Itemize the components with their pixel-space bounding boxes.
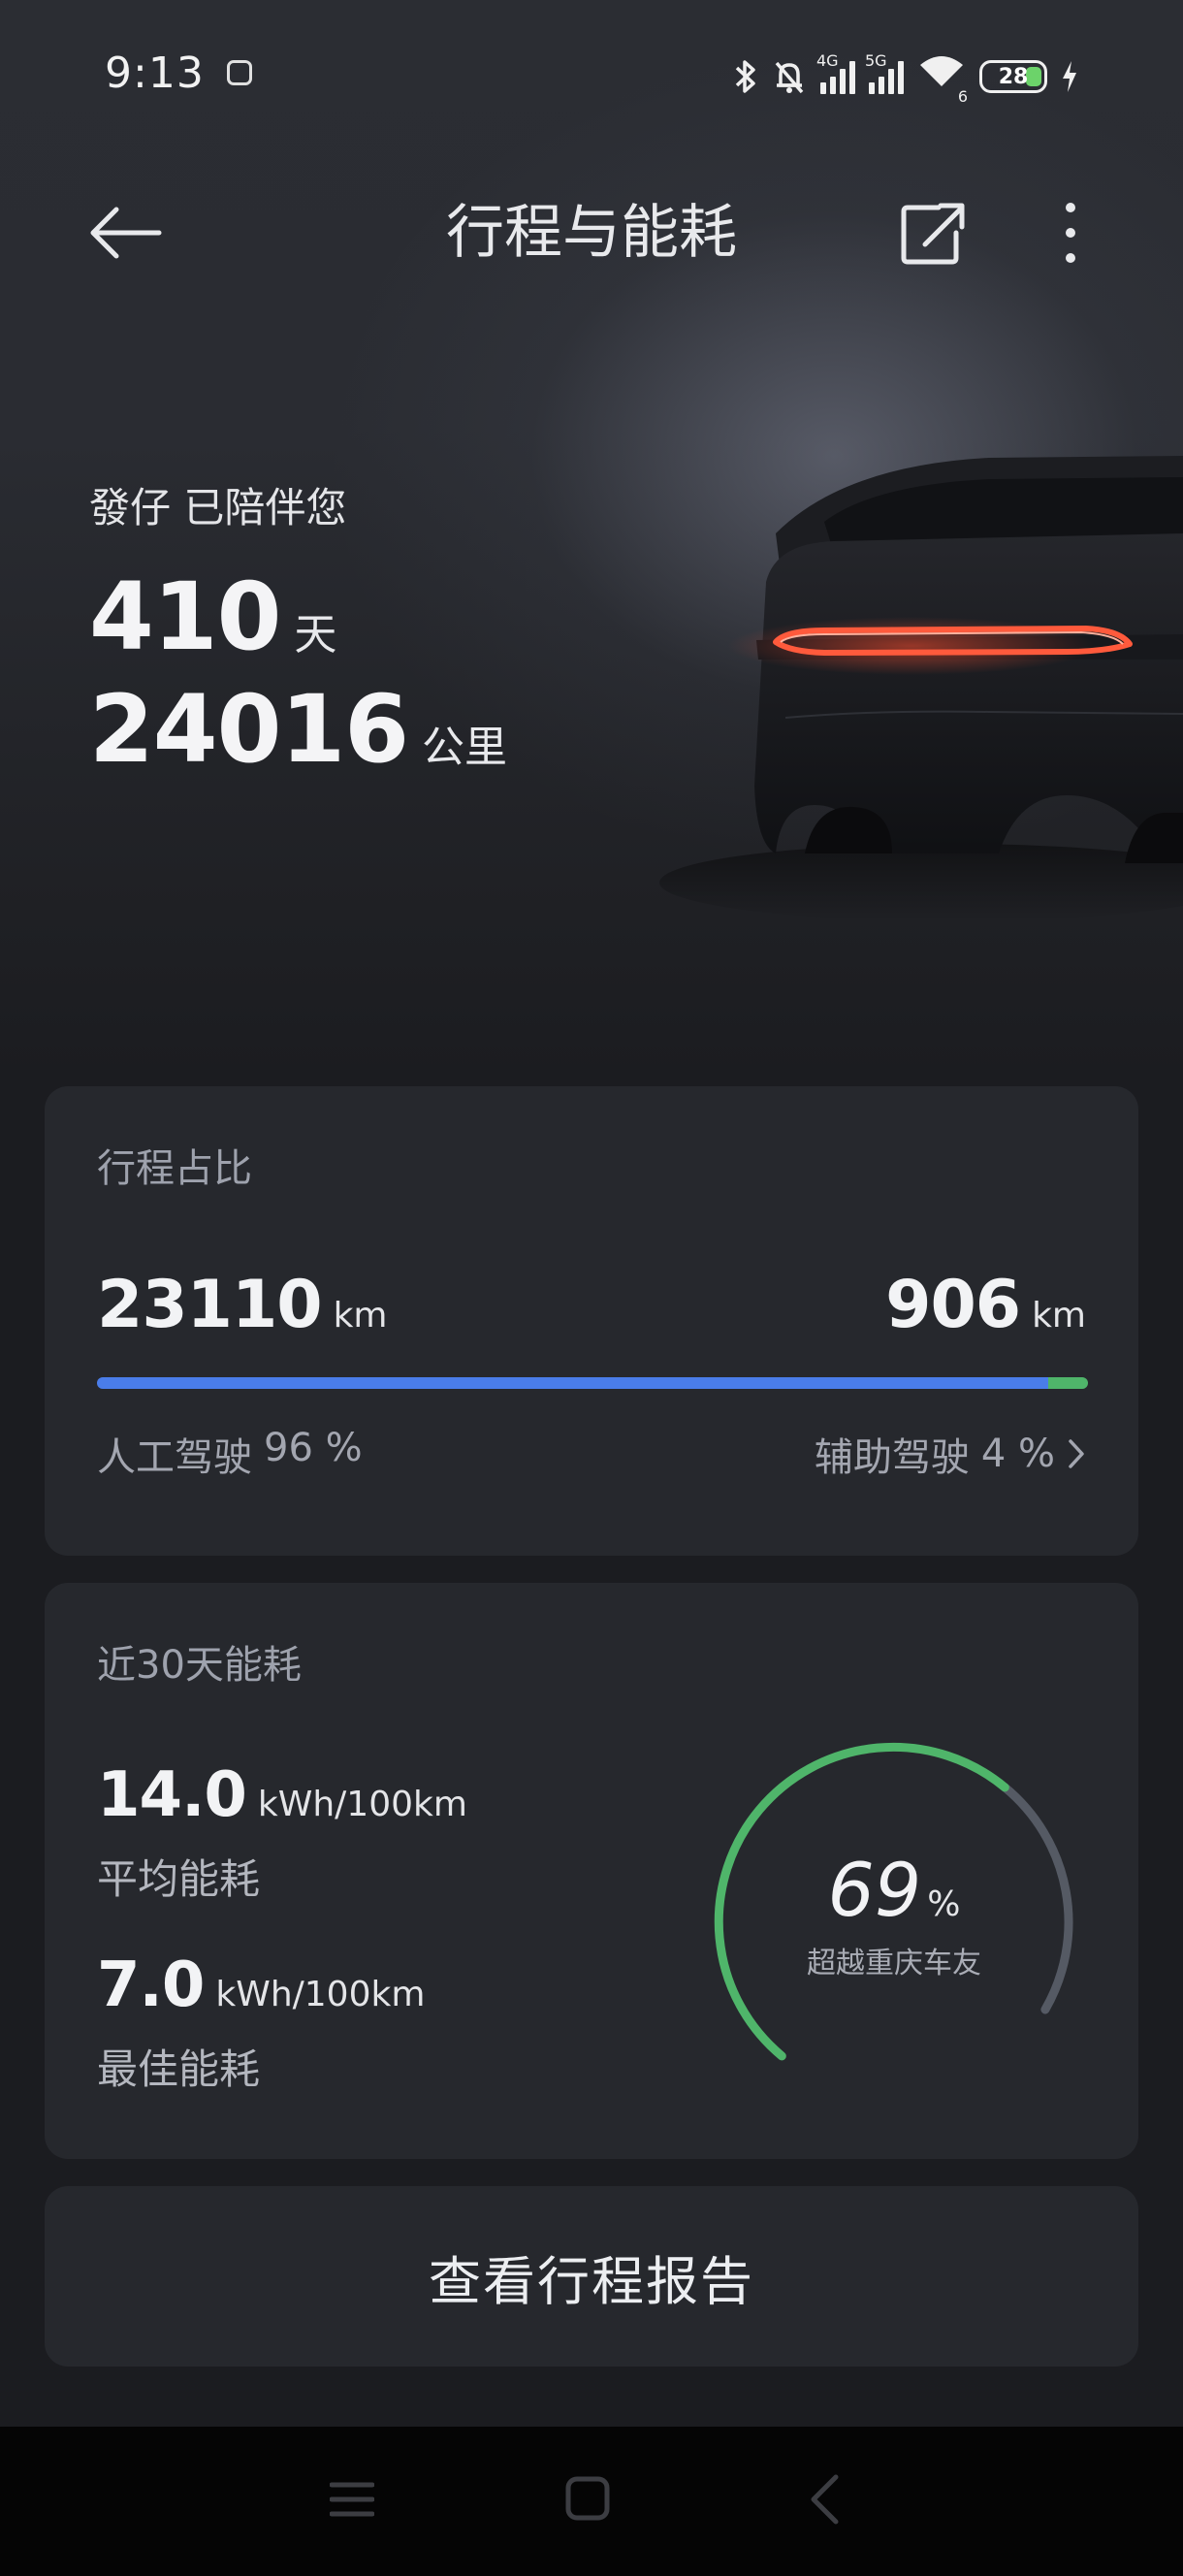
home-icon[interactable] [564, 2475, 611, 2522]
assist-legend-link[interactable]: 辅助驾驶 4 % [815, 1426, 1086, 1482]
manual-percent: 96 % [264, 1426, 363, 1470]
avg-consumption-unit: kWh/100km [257, 1785, 467, 1824]
system-nav-bar [0, 2427, 1183, 2576]
distance-stat: 24016 公里 [89, 683, 507, 776]
share-icon [901, 203, 965, 265]
assist-percent: 4 % [980, 1432, 1055, 1476]
manual-distance: 23110 km [97, 1267, 388, 1343]
days-stat: 410 天 [89, 570, 336, 663]
more-icon [1066, 203, 1075, 263]
distance-value: 24016 [89, 675, 409, 784]
avg-consumption-label: 平均能耗 [97, 1855, 261, 1903]
menu-icon[interactable] [330, 2477, 374, 2522]
energy-card: 近30天能耗 14.0 kWh/100km 平均能耗 7.0 kWh/100km… [45, 1583, 1138, 2159]
distance-unit: 公里 [421, 723, 507, 772]
best-consumption-value: 7.0 [97, 1949, 205, 2021]
gauge-percent-value: 69 [827, 1847, 922, 1933]
gauge-percent-unit: % [927, 1884, 961, 1924]
energy-card-title: 近30天能耗 [97, 1643, 302, 1688]
wifi-sub-label: 6 [957, 87, 968, 106]
days-value: 410 [89, 563, 281, 671]
net2-label: 5G [865, 51, 887, 70]
manual-legend: 人工驾驶 96 % [97, 1426, 363, 1482]
more-button[interactable] [1049, 194, 1092, 272]
gauge-label: 69% 超越重庆车友 [700, 1847, 1088, 1981]
trip-card-title: 行程占比 [97, 1146, 252, 1191]
signal-5g-icon: 5G [865, 51, 904, 94]
wifi-icon: 6 [917, 53, 968, 106]
best-consumption-unit: kWh/100km [215, 1975, 426, 2014]
manual-km-value: 23110 [97, 1267, 323, 1343]
charging-icon [1063, 61, 1076, 92]
assist-distance: 906 km [885, 1267, 1086, 1343]
app-notification-icon [227, 60, 252, 85]
battery-level: 28 [998, 64, 1029, 89]
nav-back-icon[interactable] [809, 2473, 840, 2526]
gauge-subtitle: 超越重庆车友 [807, 1947, 981, 1980]
assist-share-segment [1048, 1377, 1088, 1389]
avg-consumption: 14.0 kWh/100km [97, 1759, 467, 1831]
assist-km-value: 906 [885, 1267, 1021, 1343]
share-button[interactable] [896, 194, 970, 272]
net1-label: 4G [816, 51, 839, 70]
companion-text: 發仔 已陪伴您 [89, 484, 347, 531]
bluetooth-icon [735, 60, 755, 93]
manual-share-segment [97, 1377, 1049, 1389]
assist-label: 辅助驾驶 [814, 1435, 970, 1480]
car-image [659, 456, 1183, 921]
assist-km-unit: km [1032, 1296, 1086, 1336]
view-trip-report-button[interactable]: 查看行程报告 [45, 2186, 1138, 2367]
best-consumption: 7.0 kWh/100km [97, 1949, 425, 2021]
signal-icon: 4G [816, 51, 855, 94]
manual-label: 人工驾驶 [97, 1435, 252, 1480]
status-icons: 4G 5G 6 28 [733, 51, 1078, 106]
chevron-right-icon [1069, 1439, 1084, 1468]
trip-share-card: 行程占比 23110 km 906 km 人工驾驶 96 % 辅助驾驶 4 % [45, 1086, 1138, 1556]
best-consumption-label: 最佳能耗 [97, 2045, 261, 2093]
status-time: 9:13 [105, 48, 205, 98]
days-unit: 天 [294, 610, 337, 660]
page-title: 行程与能耗 [446, 199, 737, 267]
status-bar: 9:13 4G 5G 6 28 [0, 39, 1183, 116]
manual-km-unit: km [333, 1296, 388, 1336]
mute-icon [775, 61, 804, 94]
battery-icon: 28 [979, 60, 1047, 93]
driving-share-bar [97, 1377, 1088, 1389]
avg-consumption-value: 14.0 [97, 1759, 247, 1831]
